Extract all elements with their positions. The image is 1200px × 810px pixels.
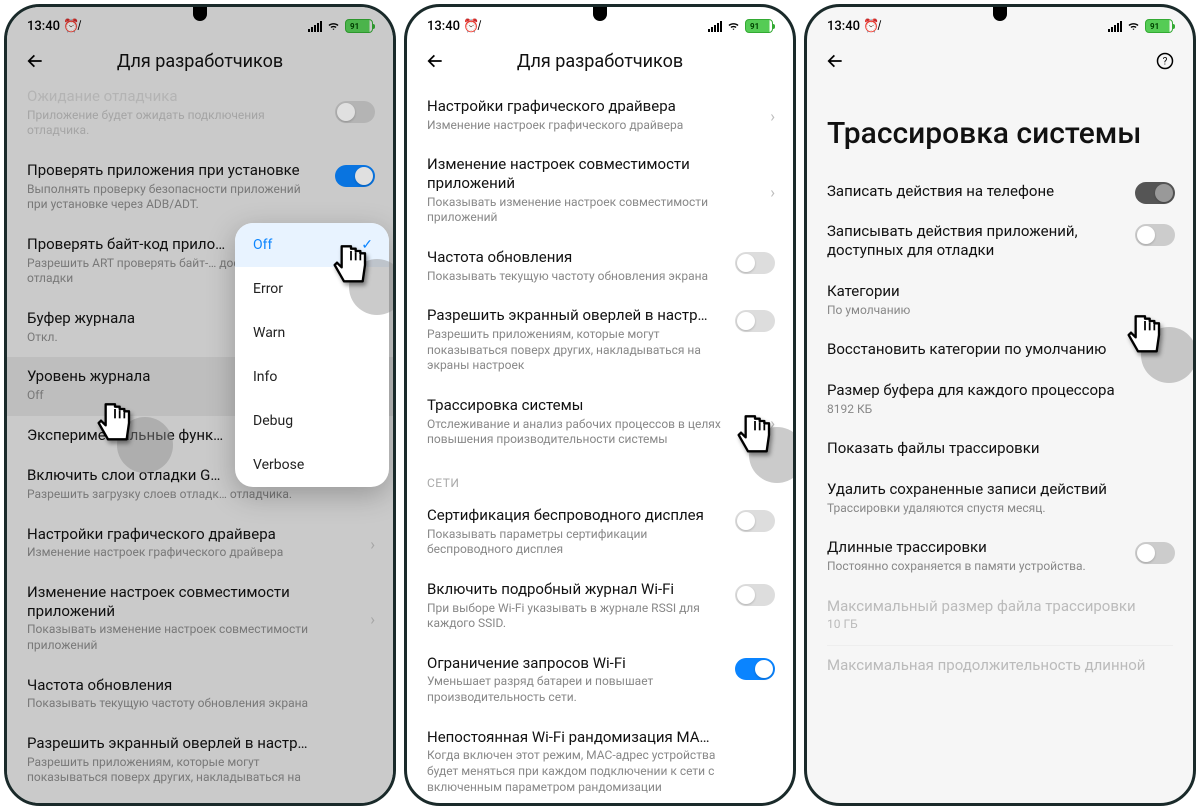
opt-info[interactable]: Info <box>235 355 389 399</box>
item-compat[interactable]: Изменение настроек совместимости приложе… <box>407 145 793 238</box>
toggle[interactable] <box>735 584 775 606</box>
back-button[interactable] <box>823 49 847 73</box>
item-compat[interactable]: Изменение настроек совместимости приложе… <box>7 573 393 666</box>
item-graphics-driver[interactable]: Настройки графического драйвера Изменени… <box>407 87 793 145</box>
touch-indicator <box>749 427 796 483</box>
notch <box>193 7 207 21</box>
item-wifi-verbose[interactable]: Включить подробный журнал Wi-Fi При выбо… <box>407 570 793 644</box>
item-categories[interactable]: Категории По умолчанию <box>807 272 1193 330</box>
alarm-off-icon: ⏰̸ <box>463 19 479 34</box>
item-refresh-rate[interactable]: Частота обновления Показывать текущую ча… <box>7 666 393 724</box>
header: Для разработчиков <box>7 41 393 87</box>
toggle[interactable] <box>1135 182 1175 204</box>
toggle[interactable] <box>1135 542 1175 564</box>
notch <box>993 7 1007 21</box>
item-long-traces[interactable]: Длинные трассировки Постоянно сохраняетс… <box>807 528 1193 586</box>
item-restore-categories[interactable]: Восстановить категории по умолчанию <box>807 330 1193 371</box>
battery-icon: 91 <box>345 19 373 33</box>
settings-list[interactable]: Настройки графического драйвера Изменени… <box>407 87 793 803</box>
item-wifi-mac-rand[interactable]: Непостоянная Wi-Fi рандомизация MA… Когд… <box>407 718 793 803</box>
section-networks: СЕТИ <box>407 460 793 496</box>
phone-1: 13:40 ⏰̸ 91 Для разработчиков Ожидание о… <box>4 4 396 806</box>
item-show-traces[interactable]: Показать файлы трассировки <box>807 429 1193 470</box>
item-overlay[interactable]: Разрешить экранный оверлей в настр… Разр… <box>407 296 793 386</box>
wifi-icon <box>326 20 341 32</box>
item-record-phone[interactable]: Записать действия на телефоне <box>807 172 1193 213</box>
item-wifi-throttle[interactable]: Ограничение запросов Wi-Fi Уменьшает раз… <box>407 644 793 718</box>
time: 13:40 <box>27 19 60 34</box>
alarm-off-icon: ⏰̸ <box>63 19 79 34</box>
notch <box>593 7 607 21</box>
toggle[interactable] <box>335 165 375 187</box>
toggle[interactable] <box>1135 224 1175 246</box>
alarm-off-icon: ⏰̸ <box>863 19 879 34</box>
item-delete-traces[interactable]: Удалить сохраненные записи действий Трас… <box>807 470 1193 528</box>
item-graphics-driver[interactable]: Настройки графического драйвера Изменени… <box>7 515 393 573</box>
item-refresh-rate[interactable]: Частота обновления Показывать текущую ча… <box>407 238 793 296</box>
item-verify-apps[interactable]: Проверять приложения при установке Выпол… <box>7 151 393 225</box>
signal-icon <box>708 20 722 32</box>
wifi-icon <box>726 20 741 32</box>
item-system-trace[interactable]: Трассировка системы Отслеживание и анали… <box>407 386 793 460</box>
svg-text:?: ? <box>1163 56 1168 67</box>
toggle[interactable] <box>735 252 775 274</box>
phone-3: 13:40 ⏰̸ 91 ? Трассировка системы Записа… <box>804 4 1196 806</box>
toggle[interactable] <box>335 101 375 123</box>
header: Для разработчиков <box>407 41 793 87</box>
item-max-trace-duration: Максимальная продолжительность длинной <box>807 646 1193 677</box>
item-max-trace-size: Максимальный размер файла трассировки 10… <box>807 587 1193 645</box>
item-wait-debugger[interactable]: Ожидание отладчика Приложение будет ожид… <box>7 87 393 151</box>
page-title: Для разработчиков <box>23 51 377 72</box>
page-title: Для разработчиков <box>423 51 777 72</box>
item-buffer-size[interactable]: Размер буфера для каждого процессора 819… <box>807 371 1193 429</box>
touch-indicator <box>349 259 396 315</box>
battery-icon: 91 <box>1145 19 1173 33</box>
settings-list[interactable]: Записать действия на телефоне Записывать… <box>807 172 1193 804</box>
check-icon: ✓ <box>361 237 373 253</box>
signal-icon <box>308 20 322 32</box>
page-title: Трассировка системы <box>807 77 1193 172</box>
item-wifi-cert[interactable]: Сертификация беспроводного дисплея Показ… <box>407 496 793 570</box>
wifi-icon <box>1126 20 1141 32</box>
item-record-debuggable[interactable]: Записывать действия приложений, доступны… <box>807 212 1193 272</box>
touch-indicator <box>1141 327 1196 383</box>
toggle[interactable] <box>735 510 775 532</box>
time: 13:40 <box>427 19 460 34</box>
chevron-right-icon: › <box>370 534 375 553</box>
header: ? <box>807 41 1193 77</box>
battery-icon: 91 <box>745 19 773 33</box>
opt-warn[interactable]: Warn <box>235 311 389 355</box>
help-button[interactable]: ? <box>1153 49 1177 73</box>
touch-indicator <box>117 417 173 473</box>
phone-2: 13:40 ⏰̸ 91 Для разработчиков Настройки … <box>404 4 796 806</box>
opt-verbose[interactable]: Verbose <box>235 443 389 487</box>
chevron-right-icon: › <box>770 107 775 126</box>
opt-debug[interactable]: Debug <box>235 399 389 443</box>
chevron-right-icon: › <box>770 182 775 201</box>
toggle[interactable] <box>735 310 775 332</box>
time: 13:40 <box>827 19 860 34</box>
item-overlay[interactable]: Разрешить экранный оверлей в настр… Разр… <box>7 724 393 798</box>
toggle[interactable] <box>735 658 775 680</box>
signal-icon <box>1108 20 1122 32</box>
chevron-right-icon: › <box>370 610 375 629</box>
